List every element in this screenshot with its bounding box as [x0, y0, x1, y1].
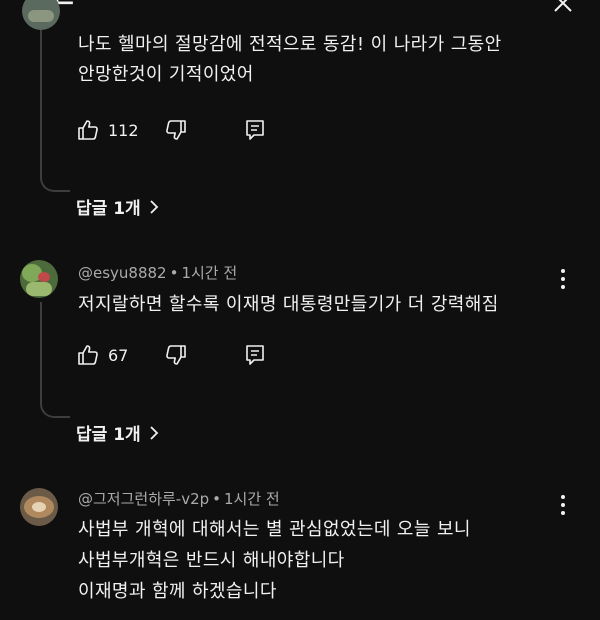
author-handle[interactable]: @그저그런하루-v2p	[78, 490, 209, 508]
meta-separator: •	[169, 264, 179, 282]
like-count: 112	[108, 120, 139, 140]
like-button[interactable]: 67	[76, 343, 128, 367]
reply-icon[interactable]	[243, 343, 267, 367]
chevron-right-icon	[150, 199, 158, 214]
avatar[interactable]	[20, 488, 58, 526]
comment-time: 1시간 전	[224, 490, 280, 508]
comment-text-line: 안망한것이 기적이었어	[78, 64, 254, 85]
view-replies-button[interactable]: 답글 1개	[76, 420, 159, 445]
replies-label: 답글 1개	[76, 425, 141, 445]
reply-icon[interactable]	[243, 118, 267, 142]
thumbs-up-icon	[78, 120, 98, 140]
thumbs-up-icon	[78, 345, 98, 365]
thumbs-down-icon[interactable]	[164, 343, 188, 367]
thread-line	[40, 30, 42, 174]
comment-text-line: 저지랄하면 할수록 이재명 대통령만들기가 더 강력해짐	[78, 294, 499, 315]
more-vertical-icon[interactable]	[560, 268, 566, 290]
thread-connector	[40, 400, 70, 418]
like-count: 67	[108, 345, 129, 365]
comment-text-line: 사법부개혁은 반드시 해내야합니다	[78, 550, 345, 571]
meta-separator: •	[212, 490, 222, 508]
avatar[interactable]	[22, 0, 60, 30]
chevron-right-icon	[150, 425, 158, 440]
close-icon[interactable]	[552, 0, 574, 14]
comment-time: 1시간 전	[181, 264, 238, 282]
thumbs-down-icon[interactable]	[164, 118, 188, 142]
comment-meta: @그저그런하루-v2p • 1시간 전	[78, 490, 280, 508]
comment-text-line: 사법부 개혁에 대해서는 별 관심없었는데 오늘 보니	[78, 519, 471, 540]
comment-text-line: 이재명과 함께 하겠습니다	[78, 581, 277, 602]
like-button[interactable]: 112	[76, 118, 139, 142]
more-vertical-icon[interactable]	[560, 494, 566, 516]
thread-line	[40, 302, 42, 400]
author-handle[interactable]: @esyu8882	[78, 264, 167, 282]
comment-meta: @esyu8882 • 1시간 전	[78, 264, 237, 282]
replies-label: 답글 1개	[76, 199, 141, 219]
avatar[interactable]	[20, 260, 58, 298]
view-replies-button[interactable]: 답글 1개	[76, 194, 159, 219]
thread-connector	[40, 174, 70, 192]
comment-text-line: 나도 헬마의 절망감에 전적으로 동감! 이 나라가 그동안	[78, 34, 502, 55]
